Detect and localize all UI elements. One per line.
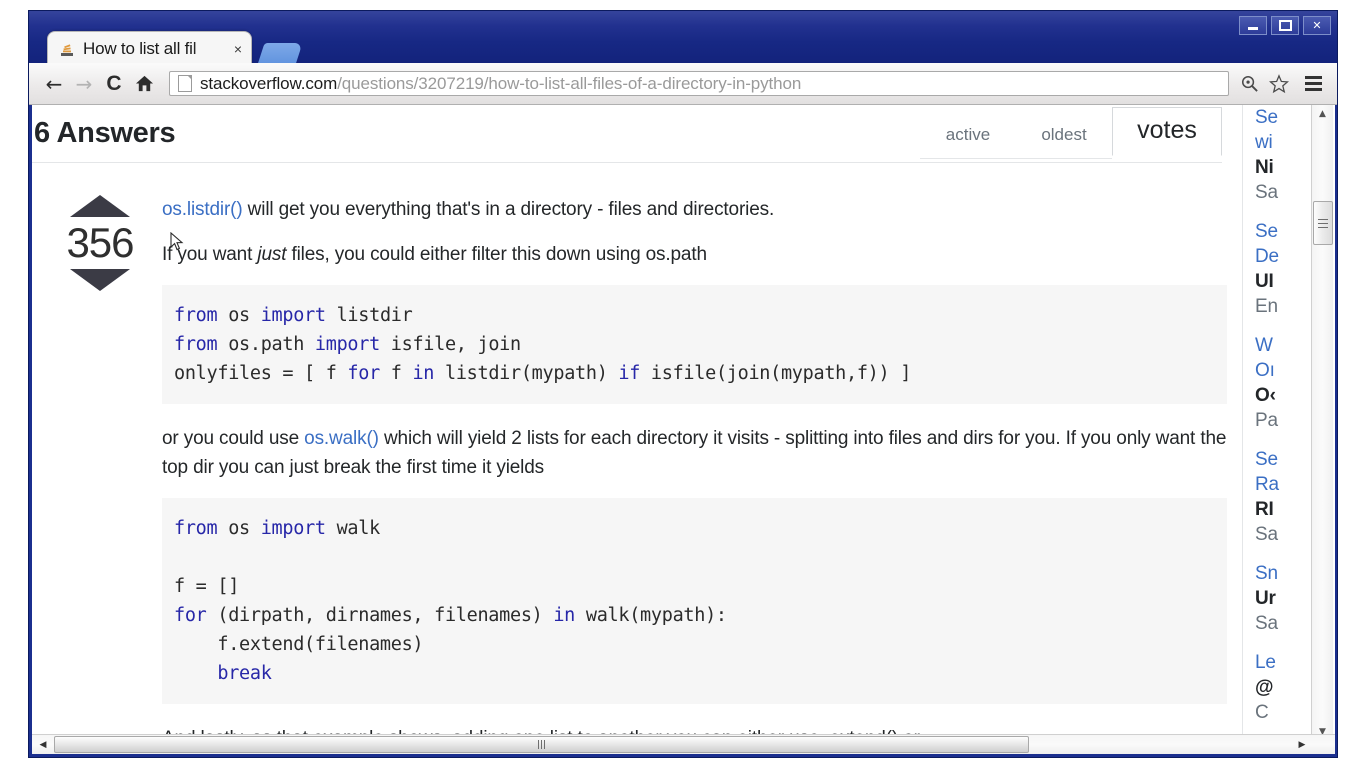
browser-toolbar: ← → C stackoverflow.com/questions/320721… (29, 63, 1337, 105)
os-walk-link[interactable]: os.walk() (304, 428, 379, 449)
address-bar[interactable]: stackoverflow.com/questions/3207219/how-… (169, 71, 1229, 96)
answer-paragraph-2-b: files, you could either filter this down… (286, 244, 707, 265)
vertical-scrollbar[interactable]: ▲ ▼ (1311, 105, 1333, 741)
close-window-button[interactable]: ✕ (1303, 16, 1331, 35)
tab-title: How to list all fil (83, 38, 197, 58)
stackoverflow-favicon-icon (58, 40, 76, 58)
browser-tab[interactable]: How to list all fil × (47, 31, 252, 65)
horizontal-scrollbar[interactable]: ◀ ▶ (32, 734, 1335, 754)
scroll-right-arrow-icon[interactable]: ▶ (1293, 735, 1311, 754)
answer-paragraph-1-text: will get you everything that's in a dire… (242, 199, 775, 220)
answers-count-heading: 6 Answers (34, 117, 176, 149)
scroll-up-arrow-icon[interactable]: ▲ (1312, 105, 1333, 123)
window-controls: ✕ (1239, 16, 1331, 35)
answer-paragraph-1: os.listdir() will get you everything tha… (162, 195, 1227, 224)
search-icon[interactable] (1235, 70, 1263, 98)
vote-cell: 356 (52, 195, 148, 291)
page-viewport: 6 Answers active oldest votes 356 os.lis… (32, 105, 1335, 741)
url-text: stackoverflow.com/questions/3207219/how-… (200, 74, 801, 94)
tab-oldest[interactable]: oldest (1016, 111, 1112, 159)
answer-paragraph-2-emphasis: just (257, 244, 287, 265)
upvote-arrow-icon[interactable] (70, 195, 130, 217)
os-listdir-link[interactable]: os.listdir() (162, 199, 243, 220)
browser-window: How to list all fil × ✕ ← → C stackoverf… (28, 10, 1338, 758)
tab-active[interactable]: active (920, 111, 1016, 159)
home-icon[interactable] (129, 69, 159, 99)
url-host: stackoverflow.com (200, 73, 338, 93)
downvote-arrow-icon[interactable] (70, 268, 130, 291)
answers-header: 6 Answers active oldest votes (32, 105, 1222, 163)
new-tab-button[interactable] (257, 43, 303, 65)
code-block-listdir-content: from os import listdir from os.path impo… (174, 305, 912, 384)
vertical-scroll-thumb[interactable] (1313, 201, 1333, 245)
maximize-button[interactable] (1271, 16, 1299, 35)
answer-sort-tabs: active oldest votes (920, 107, 1222, 159)
page-info-icon (178, 75, 192, 92)
toolbar-right-icons (1235, 70, 1327, 98)
reload-icon[interactable]: C (99, 69, 129, 99)
answer-paragraph-3: or you could use os.walk() which will yi… (162, 424, 1227, 482)
forward-icon[interactable]: → (69, 69, 99, 99)
answer-paragraph-3-a: or you could use (162, 428, 305, 449)
vote-count: 356 (66, 219, 134, 266)
url-path: /questions/3207219/how-to-list-all-files… (337, 73, 802, 93)
menu-icon[interactable] (1299, 70, 1327, 98)
answer-paragraph-2-a: If you want (162, 244, 258, 265)
bookmark-star-icon[interactable] (1265, 70, 1293, 98)
code-block-walk: from os import walk f = [] for (dirpath,… (162, 498, 1227, 704)
back-icon[interactable]: ← (39, 69, 69, 99)
close-icon: ✕ (1312, 19, 1322, 32)
minimize-button[interactable] (1239, 16, 1267, 35)
answer-body: os.listdir() will get you everything tha… (162, 163, 1227, 741)
screen: How to list all fil × ✕ ← → C stackoverf… (0, 0, 1366, 768)
tab-votes[interactable]: votes (1112, 107, 1222, 156)
browser-titlebar: How to list all fil × ✕ (29, 11, 1337, 65)
answer-paragraph-2: If you want just files, you could either… (162, 240, 1227, 269)
tab-close-icon[interactable]: × (231, 41, 245, 57)
scroll-left-arrow-icon[interactable]: ◀ (34, 735, 52, 754)
stackoverflow-page: 6 Answers active oldest votes 356 os.lis… (32, 105, 1335, 741)
code-block-walk-content: from os import walk f = [] for (dirpath,… (174, 518, 727, 684)
code-block-listdir: from os import listdir from os.path impo… (162, 285, 1227, 404)
horizontal-scroll-thumb[interactable] (54, 736, 1029, 753)
